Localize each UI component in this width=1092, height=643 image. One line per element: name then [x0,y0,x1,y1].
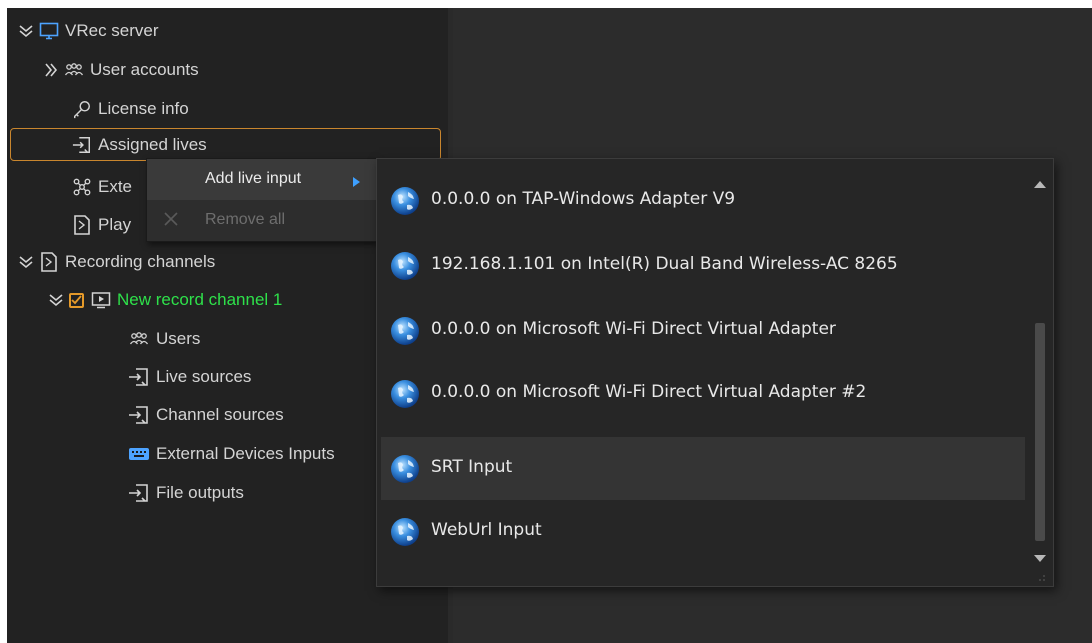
app-window: VRec server User accounts License info A… [0,0,1092,643]
tree-item-label: License info [98,99,189,118]
submenu-item-label: 0.0.0.0 on TAP-Windows Adapter V9 [431,189,736,209]
live-input-submenu: 0.0.0.0 on TAP-Windows Adapter V9 192.16… [376,158,1054,587]
tree-item-external-devices-inputs[interactable]: External Devices Inputs [128,438,335,470]
menu-item-add-live-input[interactable]: Add live input [147,159,376,199]
tree-item-channel-sources[interactable]: Channel sources [128,399,284,431]
document-icon [72,215,92,235]
tree-item-label: Users [156,329,201,348]
monitor-icon [39,21,59,41]
tree-item-file-outputs[interactable]: File outputs [128,477,244,509]
chevron-right-icon[interactable] [42,60,60,80]
tree-item-label: Recording channels [65,252,216,271]
input-icon [72,135,92,155]
scroll-up-icon[interactable] [1034,175,1046,193]
tree-root-vrec-server[interactable]: VRec server [17,15,159,47]
globe-icon [391,252,419,280]
globe-icon [391,518,419,546]
globe-icon [391,187,419,215]
submenu-item-input[interactable]: 0.0.0.0 on Microsoft Wi-Fi Direct Virtua… [381,299,1025,362]
tree-root-label: VRec server [65,21,159,40]
submenu-item-input[interactable]: 0.0.0.0 on TAP-Windows Adapter V9 [381,169,1025,232]
input-icon [128,483,150,503]
scrollbar-thumb[interactable] [1035,323,1045,541]
chevron-down-icon[interactable] [17,252,35,272]
submenu-item-input[interactable]: 192.168.1.101 on Intel(R) Dual Band Wire… [381,234,1025,297]
resize-grip-icon[interactable] [1038,569,1046,587]
submenu-item-label: 0.0.0.0 on Microsoft Wi-Fi Direct Virtua… [431,382,867,402]
submenu-arrow-icon [353,174,360,192]
tree-item-label: Exte [98,177,133,196]
tree-item-label: External Devices Inputs [156,444,335,463]
submenu-item-label: 0.0.0.0 on Microsoft Wi-Fi Direct Virtua… [431,319,836,339]
tree-item-play[interactable]: Play [72,209,131,241]
channel-label: New record channel 1 [117,290,283,309]
globe-icon [391,455,419,483]
submenu-scrollbar[interactable] [1028,161,1052,581]
globe-icon [391,317,419,345]
users-icon [128,329,150,349]
submenu-item-srt-input[interactable]: SRT Input [381,437,1025,500]
tree-item-label: Assigned lives [98,134,207,154]
tree-item-recording-channels[interactable]: Recording channels [17,246,215,278]
menu-item-remove-all[interactable]: Remove all [147,200,376,240]
input-icon [128,405,150,425]
submenu-item-label: WebUrl Input [431,520,542,540]
tree-item-label: User accounts [90,60,199,79]
key-icon [72,99,92,119]
channel-checkbox[interactable] [69,292,84,308]
tree-item-label: Play [98,215,132,234]
input-icon [128,367,150,387]
scroll-down-icon[interactable] [1034,549,1046,567]
document-icon [39,252,59,272]
keyboard-icon [128,444,150,464]
tree-item-external[interactable]: Exte [72,171,132,203]
globe-icon [391,380,419,408]
menu-item-label: Remove all [205,211,286,228]
submenu-item-weburl-input[interactable]: WebUrl Input [381,500,1025,563]
context-menu: Add live input Remove all [146,158,377,242]
tree-item-license-info[interactable]: License info [72,93,189,125]
users-icon [64,60,84,80]
menu-item-label: Add live input [205,170,302,187]
video-channel-icon [91,290,111,310]
close-icon [163,211,179,232]
tree-item-live-sources[interactable]: Live sources [128,361,251,393]
tree-item-label: File outputs [156,483,244,502]
tree-item-label: Channel sources [156,405,284,424]
submenu-item-label: 192.168.1.101 on Intel(R) Dual Band Wire… [431,254,898,274]
tree-item-assigned-lives[interactable]: Assigned lives [10,128,441,161]
tree-item-user-accounts[interactable]: User accounts [42,54,199,86]
tree-item-record-channel[interactable]: New record channel 1 [47,284,282,316]
chevron-down-icon[interactable] [47,290,65,310]
chevron-down-icon[interactable] [17,21,35,41]
submenu-item-label: SRT Input [431,457,513,477]
network-icon [72,177,92,197]
tree-item-users[interactable]: Users [128,323,200,355]
tree-item-label: Live sources [156,367,252,386]
submenu-item-input[interactable]: 0.0.0.0 on Microsoft Wi-Fi Direct Virtua… [381,362,1025,425]
